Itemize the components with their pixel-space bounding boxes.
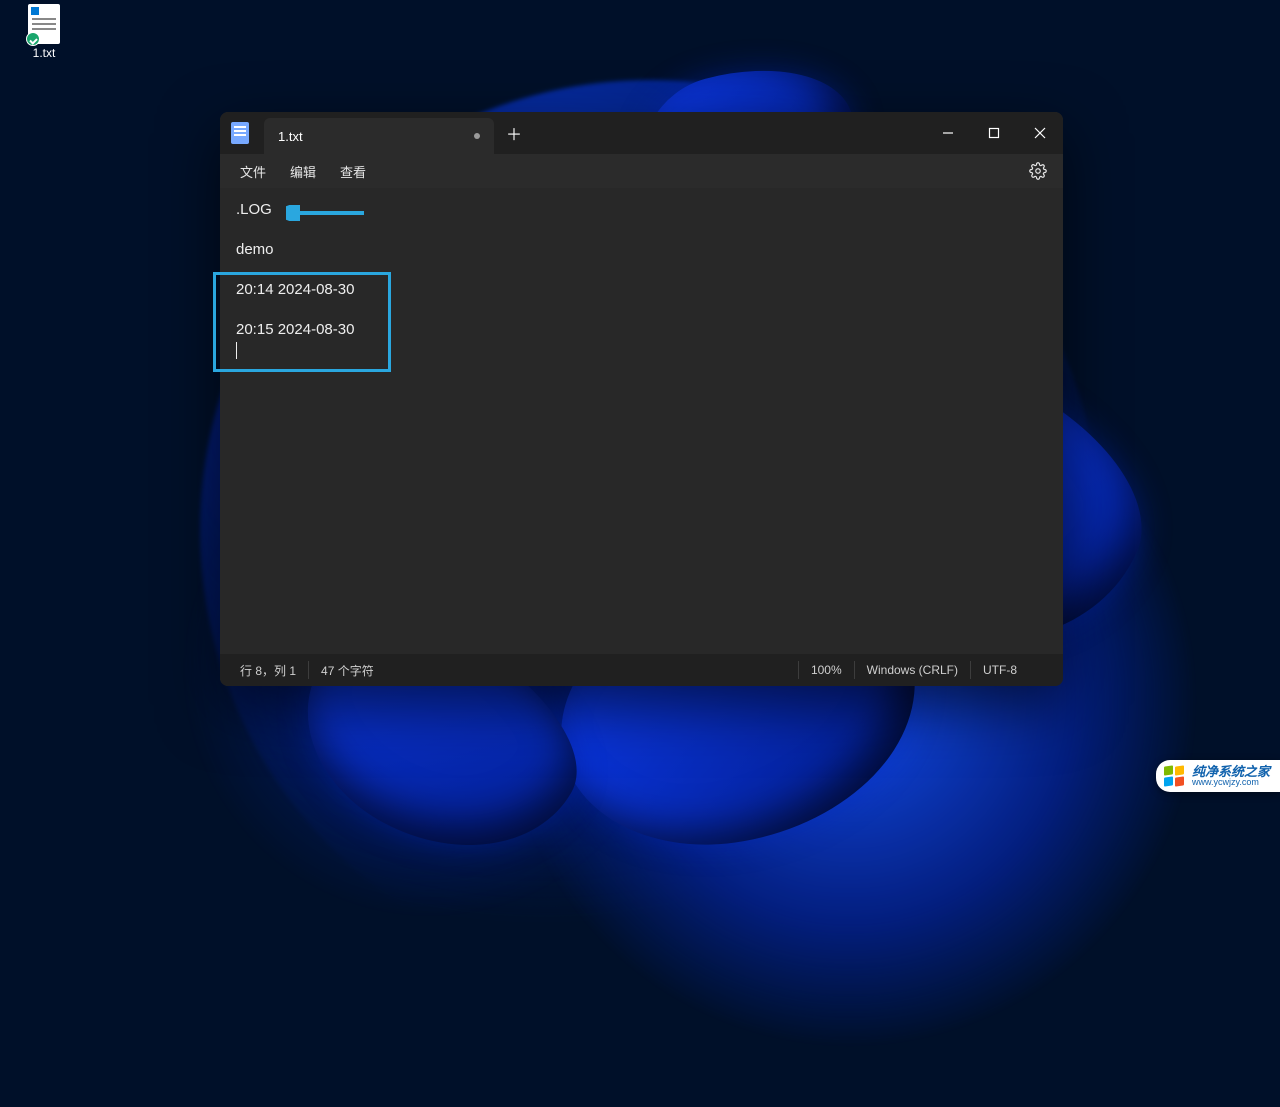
- status-line-ending[interactable]: Windows (CRLF): [867, 663, 958, 677]
- editor-line: 20:14 2024-08-30: [236, 280, 1047, 300]
- watermark-badge: 纯净系统之家 www.ycwjzy.com: [1156, 760, 1280, 792]
- editor-line: .LOG: [236, 200, 1047, 220]
- close-button[interactable]: [1017, 112, 1063, 154]
- tab-1txt[interactable]: 1.txt: [264, 118, 494, 154]
- status-zoom[interactable]: 100%: [811, 663, 842, 677]
- watermark-url: www.ycwjzy.com: [1192, 778, 1270, 787]
- editor-line: demo: [236, 240, 1047, 260]
- menu-file[interactable]: 文件: [230, 158, 276, 185]
- watermark-logo-icon: [1164, 766, 1184, 786]
- text-file-icon: [28, 4, 60, 44]
- status-encoding[interactable]: UTF-8: [983, 663, 1063, 677]
- status-char-count: 47 个字符: [321, 662, 374, 679]
- statusbar: 行 8，列 1 47 个字符 100% Windows (CRLF) UTF-8: [220, 654, 1063, 686]
- notepad-app-icon: [220, 112, 260, 154]
- notepad-window: 1.txt ＋ 文件 编辑 查看 .LOG: [220, 112, 1063, 686]
- menu-edit[interactable]: 编辑: [280, 158, 326, 185]
- desktop-file-label: 1.txt: [14, 46, 74, 60]
- menu-view[interactable]: 查看: [330, 158, 376, 185]
- new-tab-button[interactable]: ＋: [494, 112, 534, 154]
- editor-line: [236, 340, 1047, 360]
- maximize-button[interactable]: [971, 112, 1017, 154]
- sync-check-badge-icon: [26, 32, 40, 46]
- editor-line: 20:15 2024-08-30: [236, 320, 1047, 340]
- settings-button[interactable]: [1023, 156, 1053, 186]
- text-cursor-icon: [236, 342, 237, 359]
- unsaved-indicator-icon: [474, 133, 480, 139]
- desktop-file-1txt[interactable]: 1.txt: [14, 4, 74, 60]
- status-position: 行 8，列 1: [240, 662, 296, 679]
- editor-line: [236, 220, 1047, 240]
- menubar: 文件 编辑 查看: [220, 154, 1063, 188]
- text-editor[interactable]: .LOG demo 20:14 2024-08-30 20:15 2024-08…: [220, 188, 1063, 654]
- editor-line: [236, 260, 1047, 280]
- editor-line: [236, 300, 1047, 320]
- titlebar[interactable]: 1.txt ＋: [220, 112, 1063, 154]
- tab-title: 1.txt: [278, 129, 303, 144]
- minimize-button[interactable]: [925, 112, 971, 154]
